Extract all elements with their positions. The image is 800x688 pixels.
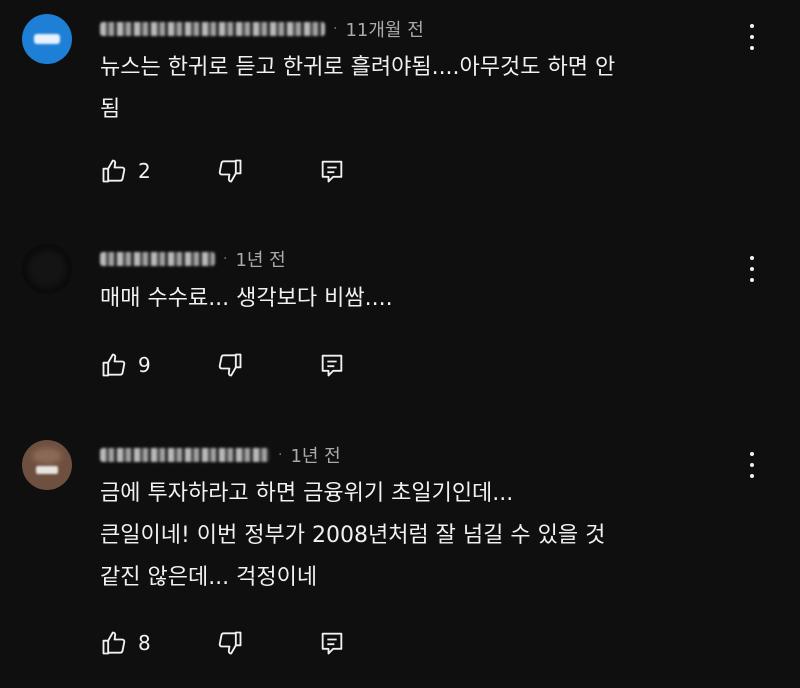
dislike-button[interactable]	[216, 626, 244, 660]
like-count: 9	[138, 353, 151, 377]
reply-button[interactable]	[318, 348, 346, 382]
comment-line: 됨	[100, 97, 121, 122]
comment-actions: 8	[100, 626, 400, 660]
comment-meta: · 1년 전	[100, 244, 286, 274]
thumb-down-icon	[218, 631, 242, 655]
comment-line: 매매 수수료... 생각보다 비쌈....	[100, 286, 393, 311]
comment-line: 금에 투자하라고 하면 금융위기 초일기인데...	[100, 481, 514, 506]
author-name-blurred[interactable]	[100, 252, 215, 266]
thumb-up-icon	[102, 353, 126, 377]
comment-text: 금에 투자하라고 하면 금융위기 초일기인데... 큰일이네! 이번 정부가 2…	[100, 473, 750, 599]
like-button[interactable]: 9	[100, 348, 151, 382]
reply-icon	[321, 160, 343, 183]
comment-meta: · 11개월 전	[100, 14, 424, 44]
author-name-blurred[interactable]	[100, 448, 270, 462]
thumb-up-icon	[102, 159, 126, 183]
separator-dot: ·	[278, 447, 283, 463]
comment-actions: 9	[100, 348, 400, 382]
thumb-down-icon	[218, 353, 242, 377]
separator-dot: ·	[223, 251, 228, 267]
like-button[interactable]: 8	[100, 626, 151, 660]
avatar[interactable]	[22, 244, 72, 294]
comment-text: 매매 수수료... 생각보다 비쌈....	[100, 278, 750, 320]
avatar[interactable]	[22, 14, 72, 64]
reply-button[interactable]	[318, 626, 346, 660]
thumb-up-icon	[102, 631, 126, 655]
author-name-blurred[interactable]	[100, 22, 325, 36]
comment-time: 1년 전	[290, 446, 341, 467]
like-count: 8	[138, 631, 151, 655]
comment-time: 1년 전	[235, 250, 286, 271]
comment-line: 큰일이네! 이번 정부가 2008년처럼 잘 넘길 수 있을 것	[100, 523, 606, 548]
thumb-down-icon	[218, 159, 242, 183]
comment-line: 같진 않은데... 걱정이네	[100, 565, 318, 590]
comment-line: 뉴스는 한귀로 듣고 한귀로 흘려야됨....아무것도 하면 안	[100, 55, 616, 80]
like-count: 2	[138, 159, 151, 183]
comment-text: 뉴스는 한귀로 듣고 한귀로 흘려야됨....아무것도 하면 안 됨	[100, 47, 750, 131]
reply-icon	[321, 354, 343, 377]
avatar[interactable]	[22, 440, 72, 490]
dislike-button[interactable]	[216, 348, 244, 382]
reply-icon	[321, 632, 343, 655]
reply-button[interactable]	[318, 154, 346, 188]
comment-time: 11개월 전	[345, 20, 424, 41]
dislike-button[interactable]	[216, 154, 244, 188]
like-button[interactable]: 2	[100, 154, 151, 188]
comment-meta: · 1년 전	[100, 440, 341, 470]
comment-actions: 2	[100, 154, 400, 188]
separator-dot: ·	[333, 21, 338, 37]
